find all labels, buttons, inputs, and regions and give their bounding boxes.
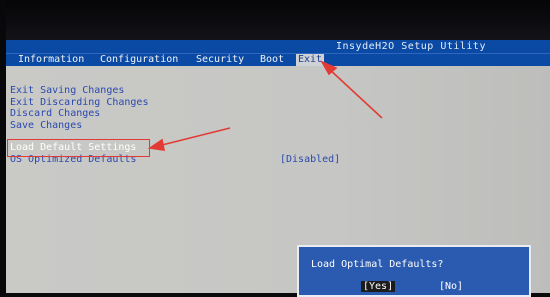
bios-title-bar: InsydeH2O Setup Utility: [6, 40, 550, 54]
os-optimized-defaults-value[interactable]: [Disabled]: [280, 154, 340, 165]
confirm-dialog: Load Optimal Defaults? [Yes] [No]: [297, 245, 531, 297]
annotation-highlight-box: [7, 139, 150, 157]
option-exit-saving-changes[interactable]: Exit Saving Changes: [10, 85, 124, 96]
bios-title: InsydeH2O Setup Utility: [336, 41, 486, 52]
bios-menu-bar: Information Configuration Security Boot …: [6, 53, 550, 67]
monitor-bezel: [0, 0, 550, 40]
dialog-yes-button[interactable]: [Yes]: [361, 281, 396, 292]
option-save-changes[interactable]: Save Changes: [10, 120, 82, 131]
dialog-no-button[interactable]: [No]: [437, 281, 465, 292]
dialog-question: Load Optimal Defaults?: [311, 259, 444, 270]
option-discard-changes[interactable]: Discard Changes: [10, 108, 100, 119]
option-exit-discarding-changes[interactable]: Exit Discarding Changes: [10, 97, 148, 108]
